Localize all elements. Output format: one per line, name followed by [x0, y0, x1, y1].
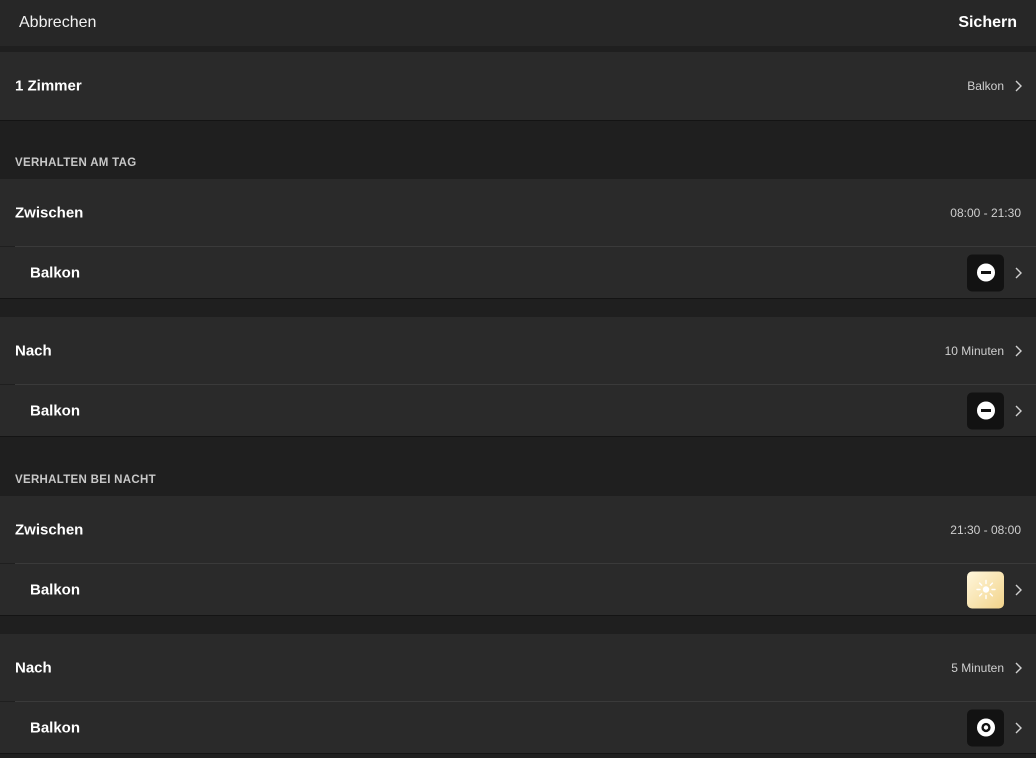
chevron-right-icon [1015, 584, 1022, 595]
save-button[interactable]: Sichern [958, 14, 1017, 32]
chevron-right-icon [1015, 722, 1022, 733]
divider [0, 753, 1036, 754]
day-after-label: Nach [15, 342, 52, 359]
cancel-button[interactable]: Abbrechen [19, 14, 96, 32]
night-between-room-label: Balkon [30, 581, 81, 598]
chevron-right-icon [1015, 80, 1022, 92]
night-time-range: 21:30 - 08:00 [950, 522, 1021, 537]
chevron-right-icon [1015, 662, 1022, 673]
night-between-room-row[interactable]: Balkon [0, 564, 1036, 615]
day-after-room-row[interactable]: Balkon [0, 385, 1036, 436]
chevron-right-icon [1015, 345, 1022, 356]
divider [0, 436, 1036, 437]
ring-icon [976, 718, 995, 737]
day-between-room-label: Balkon [30, 264, 81, 281]
night-after-room-row[interactable]: Balkon [0, 702, 1036, 753]
divider [0, 298, 1036, 299]
night-after-room-label: Balkon [30, 719, 81, 736]
chevron-right-icon [1015, 267, 1022, 278]
night-between-label: Zwischen [15, 521, 84, 538]
scene-light-button[interactable] [967, 571, 1004, 608]
night-after-row[interactable]: Nach 5 Minuten [0, 634, 1036, 701]
divider [0, 615, 1036, 616]
night-between-row: Zwischen 21:30 - 08:00 [0, 496, 1036, 563]
night-after-duration: 5 Minuten [951, 660, 1004, 675]
off-minus-icon [976, 401, 995, 420]
room-count-label: 1 Zimmer [15, 77, 82, 95]
day-after-duration: 10 Minuten [944, 343, 1004, 358]
day-between-label: Zwischen [15, 204, 84, 221]
night-after-label: Nach [15, 659, 52, 676]
sun-icon [975, 579, 996, 600]
off-minus-icon [976, 263, 995, 282]
day-after-row[interactable]: Nach 10 Minuten [0, 317, 1036, 384]
day-time-range: 08:00 - 21:30 [950, 205, 1021, 220]
scene-off-button[interactable] [967, 392, 1004, 429]
room-selected-value: Balkon [967, 79, 1004, 93]
day-between-row: Zwischen 08:00 - 21:30 [0, 179, 1036, 246]
divider [0, 120, 1036, 121]
scene-keep-button[interactable] [967, 709, 1004, 746]
chevron-right-icon [1015, 405, 1022, 416]
section-header-day: VERHALTEN AM TAG [15, 157, 137, 169]
room-selector-row[interactable]: 1 Zimmer Balkon [0, 52, 1036, 120]
day-between-room-row[interactable]: Balkon [0, 247, 1036, 298]
scene-off-button[interactable] [967, 254, 1004, 291]
automation-settings-page: Abbrechen Sichern 1 Zimmer Balkon VERHAL… [0, 0, 1036, 758]
day-after-room-label: Balkon [30, 402, 81, 419]
section-header-night: VERHALTEN BEI NACHT [15, 474, 156, 486]
top-bar: Abbrechen Sichern [0, 0, 1036, 46]
